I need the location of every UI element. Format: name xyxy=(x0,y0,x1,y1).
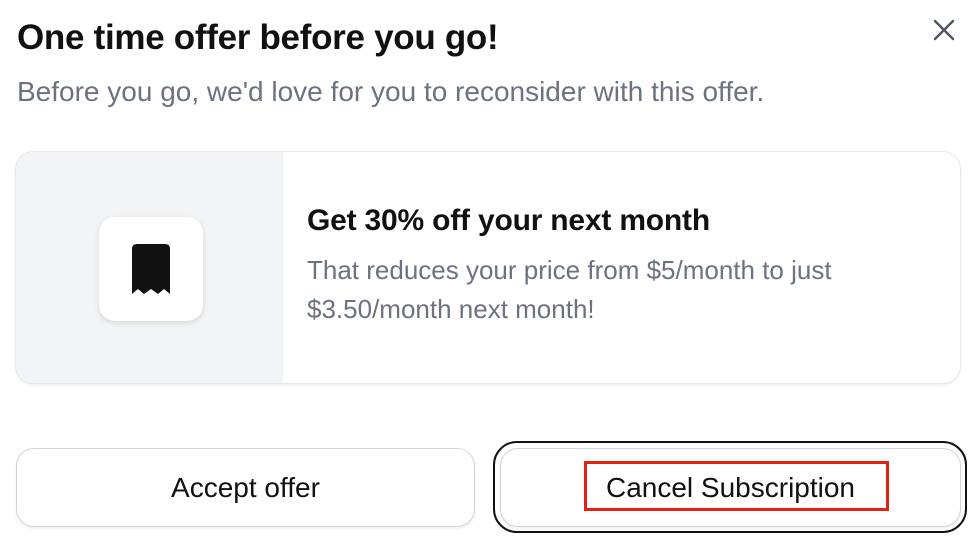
dialog-title: One time offer before you go! xyxy=(17,18,499,57)
close-button[interactable] xyxy=(926,12,962,48)
offer-description: That reduces your price from $5/month to… xyxy=(307,255,832,324)
offer-icon-tile xyxy=(99,217,203,321)
accept-offer-label: Accept offer xyxy=(171,471,320,503)
offer-icon-panel xyxy=(16,152,283,383)
accept-offer-button[interactable]: Accept offer xyxy=(16,448,475,527)
offer-card: Get 30% off your next month That reduces… xyxy=(15,151,961,384)
cancel-subscription-button[interactable]: Cancel Subscription xyxy=(500,448,961,527)
cancel-subscription-label: Cancel Subscription xyxy=(605,471,856,503)
dialog-subtitle: Before you go, we'd love for you to reco… xyxy=(17,76,765,107)
offer-heading: Get 30% off your next month xyxy=(307,204,710,237)
receipt-icon xyxy=(132,244,170,294)
cancel-offer-dialog: One time offer before you go! Before you… xyxy=(0,0,980,546)
close-icon xyxy=(933,19,955,41)
